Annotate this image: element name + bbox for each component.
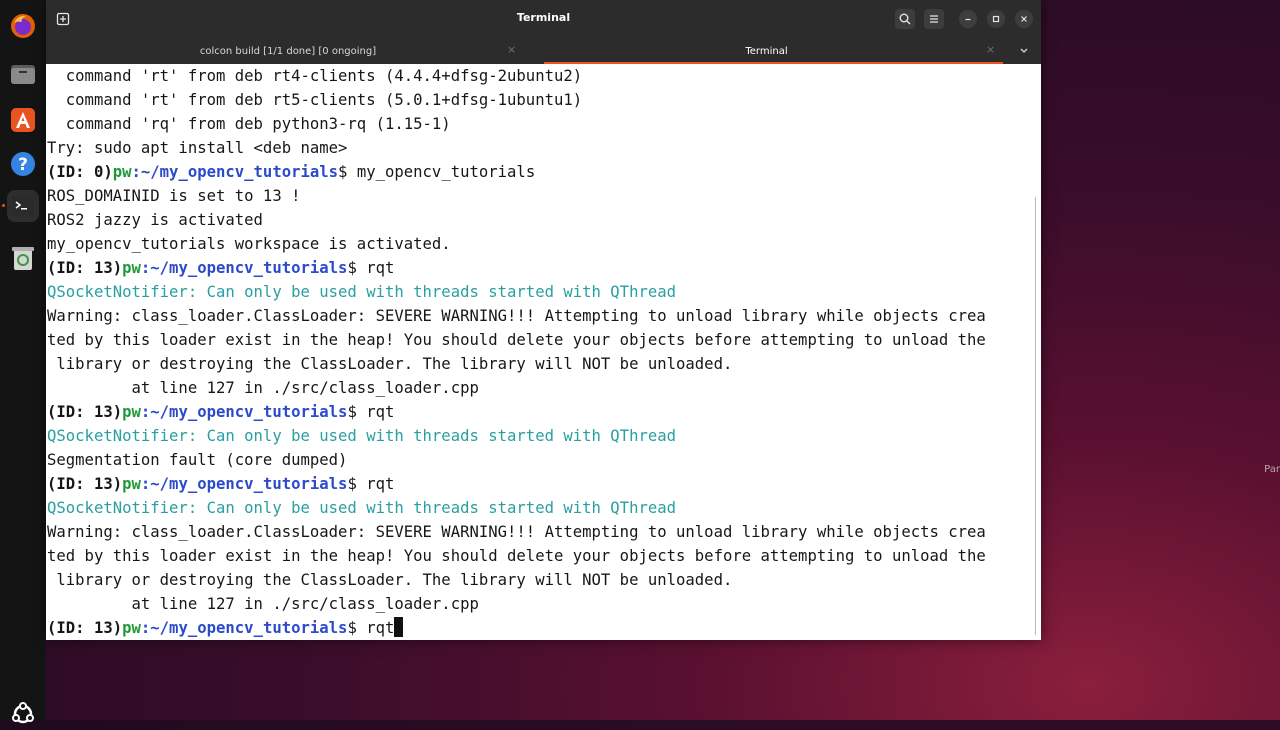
prompt-path: :~/my_opencv_tutorials <box>140 403 348 421</box>
terminal-output[interactable]: command 'rt' from deb rt4-clients (4.4.4… <box>46 64 1036 640</box>
prompt-line: (ID: 13)pw:~/my_opencv_tutorials$ rqt <box>47 616 404 640</box>
firefox-icon[interactable] <box>7 10 39 42</box>
minimize-icon <box>965 18 971 21</box>
command-input[interactable]: rqt <box>366 619 394 637</box>
scrollbar[interactable] <box>1035 196 1036 636</box>
desktop-edge-label: Par <box>1264 464 1280 475</box>
command-text: rqt <box>366 403 395 421</box>
prompt-id: (ID: 13) <box>47 619 123 637</box>
search-button[interactable] <box>895 9 915 29</box>
command-text: my_opencv_tutorials <box>356 163 536 181</box>
output-line: at line 127 in ./src/class_loader.cpp <box>47 379 479 397</box>
window-title: Terminal <box>516 11 571 24</box>
text-cursor <box>394 617 404 637</box>
command-text: rqt <box>366 259 395 277</box>
prompt-user: pw <box>122 619 141 637</box>
search-icon <box>899 13 911 25</box>
prompt-path: :~/my_opencv_tutorials <box>131 163 339 181</box>
tab-label: Terminal <box>745 45 788 57</box>
output-line: ted by this loader exist in the heap! Yo… <box>47 331 986 349</box>
output-line: ted by this loader exist in the heap! Yo… <box>47 547 986 565</box>
running-indicator <box>2 204 5 207</box>
tab-close-icon[interactable]: × <box>986 43 995 56</box>
trash-icon[interactable] <box>7 242 39 274</box>
svg-text:?: ? <box>18 155 28 175</box>
tab-bar: colcon build [1/1 done] [0 ongoing] × Te… <box>46 38 1041 64</box>
menu-button[interactable] <box>924 9 944 29</box>
prompt-dollar: $ <box>347 619 367 637</box>
prompt-id: (ID: 0) <box>47 163 113 181</box>
prompt-id: (ID: 13) <box>47 259 123 277</box>
terminal-window: Terminal colcon build [1/1 done] [0 ongo… <box>46 0 1041 640</box>
prompt-user: pw <box>122 259 141 277</box>
prompt-path: :~/my_opencv_tutorials <box>140 259 348 277</box>
app-center-icon[interactable] <box>7 104 39 136</box>
maximize-icon <box>992 15 1000 23</box>
output-line: my_opencv_tutorials workspace is activat… <box>47 235 451 253</box>
tab-close-icon[interactable]: × <box>507 43 516 56</box>
prompt-id: (ID: 13) <box>47 403 123 421</box>
help-icon[interactable]: ? <box>7 148 39 180</box>
prompt-path: :~/my_opencv_tutorials <box>140 619 348 637</box>
prompt-dollar: $ <box>347 475 367 493</box>
close-button[interactable] <box>1015 10 1033 28</box>
dock: ? <box>0 0 46 724</box>
prompt-dollar: $ <box>338 163 357 181</box>
output-line: Try: sudo apt install <deb name> <box>47 139 348 157</box>
output-line: Warning: class_loader.ClassLoader: SEVER… <box>47 523 986 541</box>
output-line: command 'rq' from deb python3-rq (1.15-1… <box>47 115 451 133</box>
tab-terminal[interactable]: Terminal <box>544 38 989 64</box>
prompt-line: (ID: 13)pw:~/my_opencv_tutorials$ rqt <box>47 256 394 280</box>
command-text: rqt <box>366 475 395 493</box>
output-line: Warning: class_loader.ClassLoader: SEVER… <box>47 307 986 325</box>
output-line: ROS2 jazzy is activated <box>47 211 263 229</box>
prompt-line: (ID: 13)pw:~/my_opencv_tutorials$ rqt <box>47 472 394 496</box>
tab-label: colcon build [1/1 done] [0 ongoing] <box>199 45 377 57</box>
title-bar[interactable]: Terminal <box>46 0 1041 38</box>
close-icon <box>1021 16 1027 22</box>
output-line: ROS_DOMAINID is set to 13 ! <box>47 187 301 205</box>
tab-colcon-build[interactable]: colcon build [1/1 done] [0 ongoing] <box>46 38 530 64</box>
terminal-icon[interactable] <box>7 190 39 222</box>
prompt-dollar: $ <box>347 403 367 421</box>
prompt-line: (ID: 13)pw:~/my_opencv_tutorials$ rqt <box>47 400 394 424</box>
show-apps-icon[interactable] <box>7 698 39 730</box>
output-line: command 'rt' from deb rt4-clients (4.4.4… <box>47 67 583 85</box>
hamburger-icon <box>930 15 938 23</box>
output-line: command 'rt' from deb rt5-clients (5.0.1… <box>47 91 583 109</box>
prompt-user: pw <box>122 475 141 493</box>
minimize-button[interactable] <box>959 10 977 28</box>
prompt-path: :~/my_opencv_tutorials <box>140 475 348 493</box>
prompt-user: pw <box>122 403 141 421</box>
output-line: library or destroying the ClassLoader. T… <box>47 355 733 373</box>
output-line: Segmentation fault (core dumped) <box>47 451 348 469</box>
notifier-line: QSocketNotifier: Can only be used with t… <box>47 283 677 301</box>
prompt-user: pw <box>112 163 132 181</box>
prompt-id: (ID: 13) <box>47 475 123 493</box>
notifier-line: QSocketNotifier: Can only be used with t… <box>47 427 677 445</box>
files-icon[interactable] <box>7 58 39 90</box>
prompt-line: (ID: 0)pw:~/my_opencv_tutorials$ my_open… <box>47 160 535 184</box>
maximize-button[interactable] <box>987 10 1005 28</box>
prompt-dollar: $ <box>347 259 367 277</box>
output-line: library or destroying the ClassLoader. T… <box>47 571 733 589</box>
notifier-line: QSocketNotifier: Can only be used with t… <box>47 499 677 517</box>
tab-list-chevron-down-icon[interactable] <box>1019 45 1029 58</box>
output-line: at line 127 in ./src/class_loader.cpp <box>47 595 479 613</box>
